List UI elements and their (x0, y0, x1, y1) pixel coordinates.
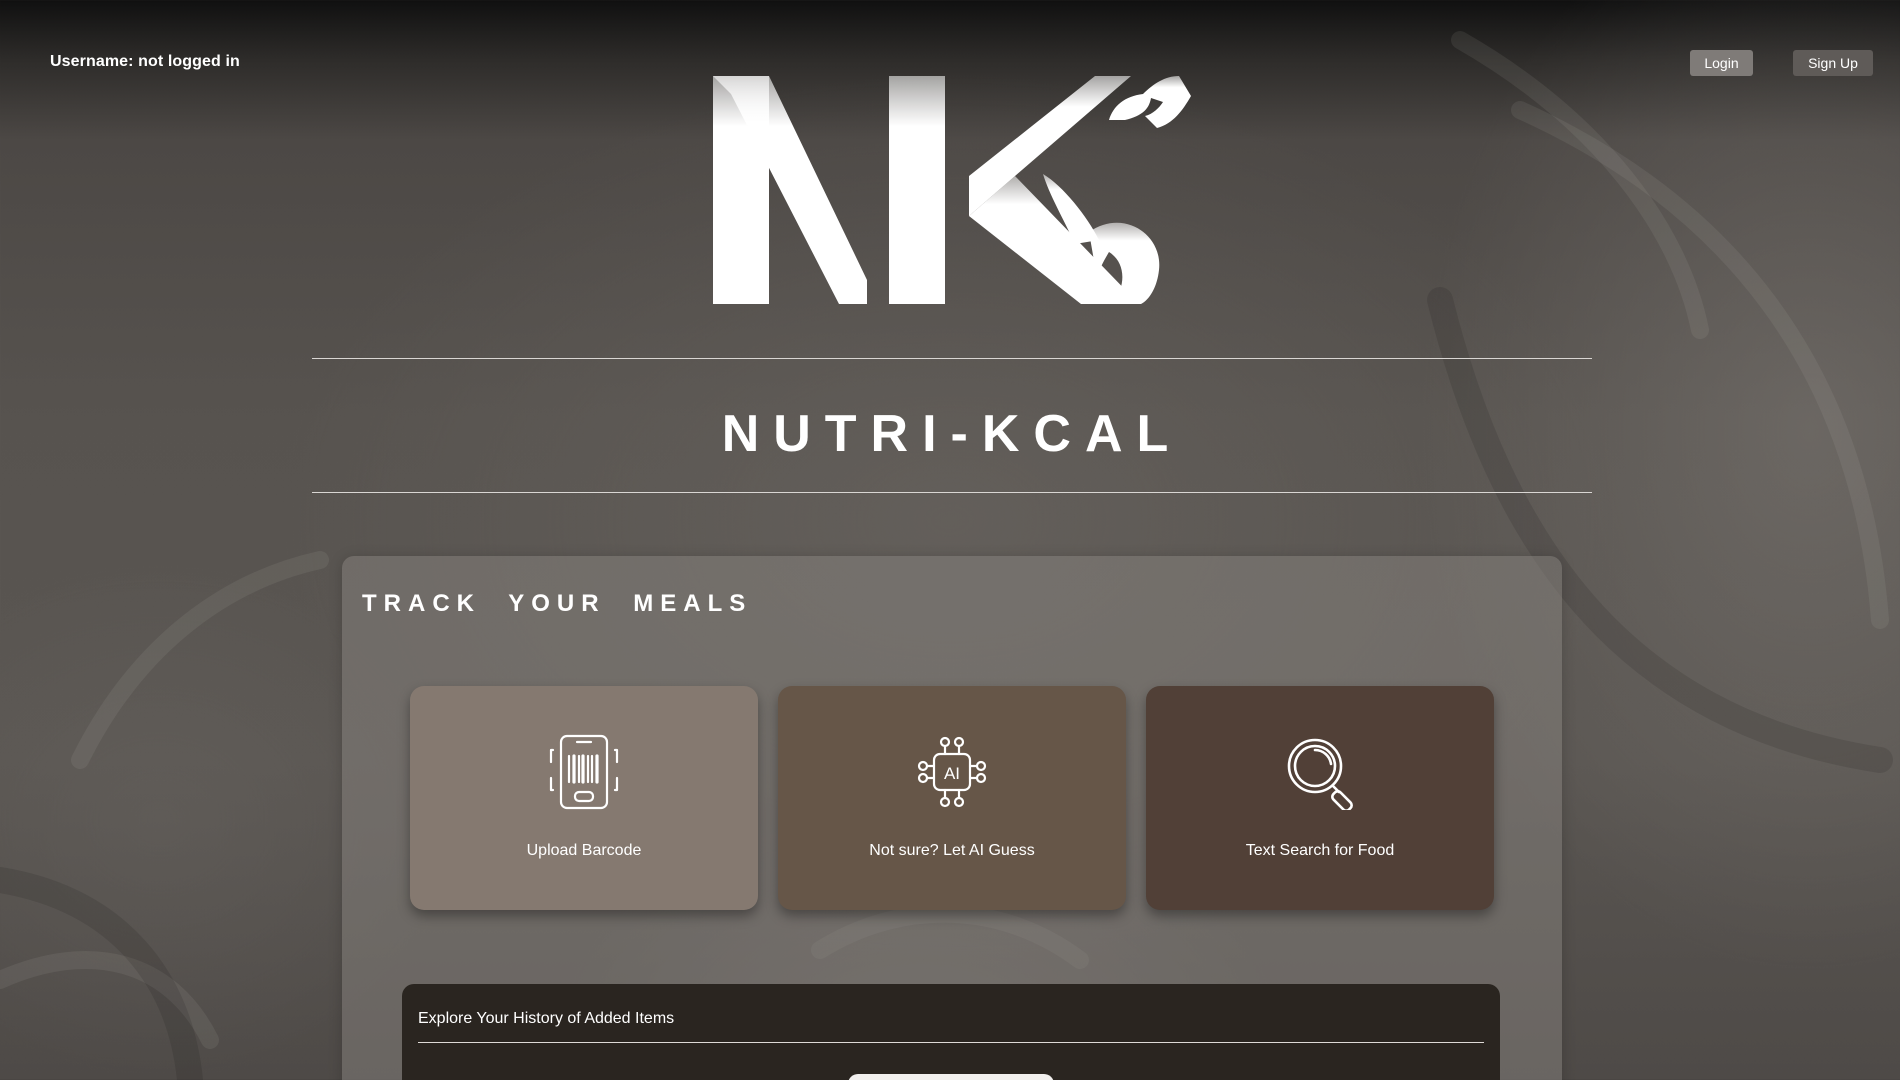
username-status: Username: not logged in (50, 53, 240, 70)
ai-guess-card[interactable]: AI Not sure? Let AI Guess (778, 686, 1126, 910)
signup-button[interactable]: Sign Up (1793, 50, 1873, 76)
nk-logo-icon (713, 76, 1191, 304)
track-meals-title: TRACK YOUR MEALS (362, 590, 753, 617)
upload-barcode-card[interactable]: Upload Barcode (410, 686, 758, 910)
ai-chip-icon: AI (917, 736, 987, 808)
svg-text:AI: AI (944, 764, 960, 783)
track-meals-panel: TRACK YOUR MEALS Upload Barcode AI Not s… (342, 556, 1562, 1080)
history-title: Explore Your History of Added Items (418, 1010, 675, 1027)
history-divider (418, 1042, 1484, 1043)
title-divider-bottom (312, 492, 1592, 493)
ai-guess-label: Not sure? Let AI Guess (869, 842, 1035, 859)
login-button[interactable]: Login (1690, 50, 1753, 76)
history-panel: Explore Your History of Added Items (402, 984, 1500, 1080)
history-button[interactable] (848, 1074, 1054, 1080)
brand-title: NUTRI-KCAL (721, 405, 1183, 463)
title-divider-top (312, 358, 1592, 359)
upload-barcode-label: Upload Barcode (526, 842, 642, 859)
text-search-card[interactable]: Text Search for Food (1146, 686, 1494, 910)
magnifier-icon (1287, 738, 1353, 810)
text-search-label: Text Search for Food (1245, 842, 1395, 859)
barcode-phone-icon (549, 734, 619, 810)
